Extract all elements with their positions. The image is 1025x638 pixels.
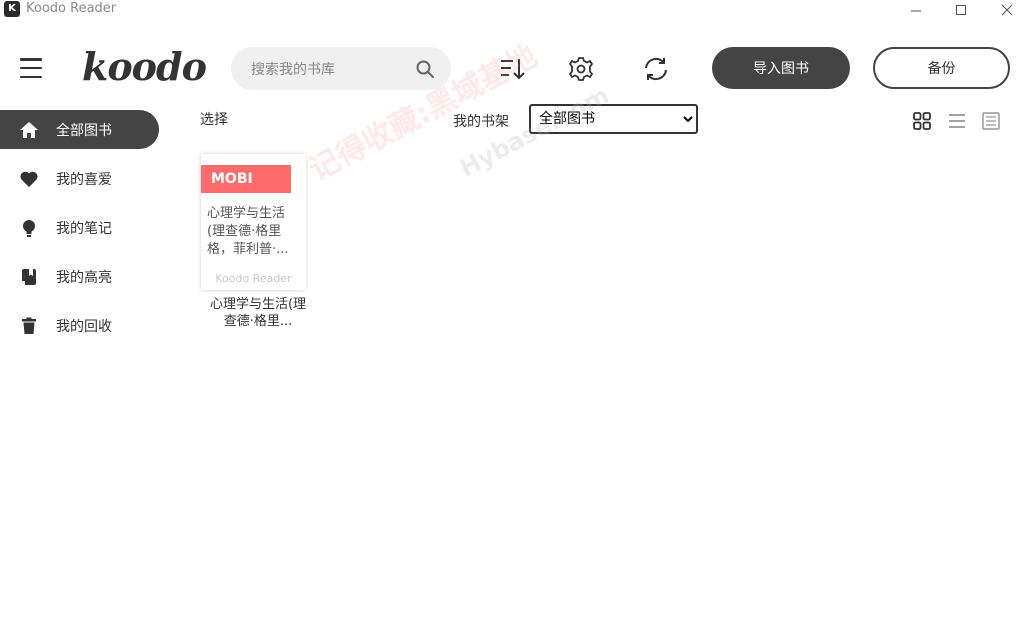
minimize-icon	[911, 10, 921, 12]
book-title[interactable]: 心理学与生活(理查德·格里...	[206, 296, 310, 330]
app-logo: koodo	[82, 44, 207, 89]
bookmark-book-icon	[19, 267, 39, 287]
sidebar-item-label: 我的笔记	[56, 220, 112, 237]
title-bar: K Koodo Reader	[0, 0, 1025, 20]
heart-icon	[19, 169, 39, 189]
sidebar-item-label: 我的喜爱	[56, 171, 112, 188]
list-view-icon[interactable]	[947, 111, 967, 131]
close-button[interactable]	[984, 0, 1025, 20]
settings-gear-icon[interactable]	[567, 55, 595, 83]
search-input[interactable]	[249, 47, 423, 92]
sidebar-item-all-books[interactable]: 全部图书	[0, 110, 159, 149]
sort-icon[interactable]	[498, 55, 526, 83]
home-icon	[19, 120, 39, 140]
select-mode-link[interactable]: 选择	[200, 109, 228, 129]
format-badge: MOBI	[201, 165, 291, 193]
search-icon[interactable]	[415, 59, 435, 79]
sidebar-item-favorites[interactable]: 我的喜爱	[0, 159, 159, 198]
close-icon	[1001, 4, 1013, 16]
window-title: Koodo Reader	[26, 1, 117, 16]
trash-icon	[19, 316, 39, 336]
import-books-button[interactable]: 导入图书	[712, 47, 850, 89]
sidebar-item-trash[interactable]: 我的回收	[0, 306, 159, 345]
search-bar[interactable]	[231, 47, 451, 92]
app-icon: K	[4, 1, 20, 17]
book-cover-brand: Koodo Reader	[215, 272, 292, 285]
book-cover-title: 心理学与生活(理查德·格里格，菲利普·...	[207, 206, 289, 257]
shelf-label: 我的书架	[453, 114, 509, 130]
grid-view-icon[interactable]	[912, 111, 932, 131]
sidebar-item-highlights[interactable]: 我的高亮	[0, 257, 159, 296]
maximize-icon	[956, 5, 966, 15]
sidebar-item-label: 我的高亮	[56, 269, 112, 286]
sync-icon[interactable]	[642, 55, 670, 83]
sidebar-item-label: 全部图书	[56, 122, 112, 139]
backup-button[interactable]: 备份	[873, 47, 1010, 89]
maximize-button[interactable]	[938, 0, 984, 20]
shelf-select[interactable]: 全部图书	[529, 104, 698, 134]
minimize-button[interactable]	[893, 0, 939, 20]
sidebar-item-label: 我的回收	[56, 318, 112, 335]
cover-list-view-icon[interactable]	[981, 111, 1001, 131]
menu-hamburger-icon[interactable]	[20, 57, 42, 79]
sidebar-item-notes[interactable]: 我的笔记	[0, 208, 159, 247]
lightbulb-icon	[19, 218, 39, 238]
